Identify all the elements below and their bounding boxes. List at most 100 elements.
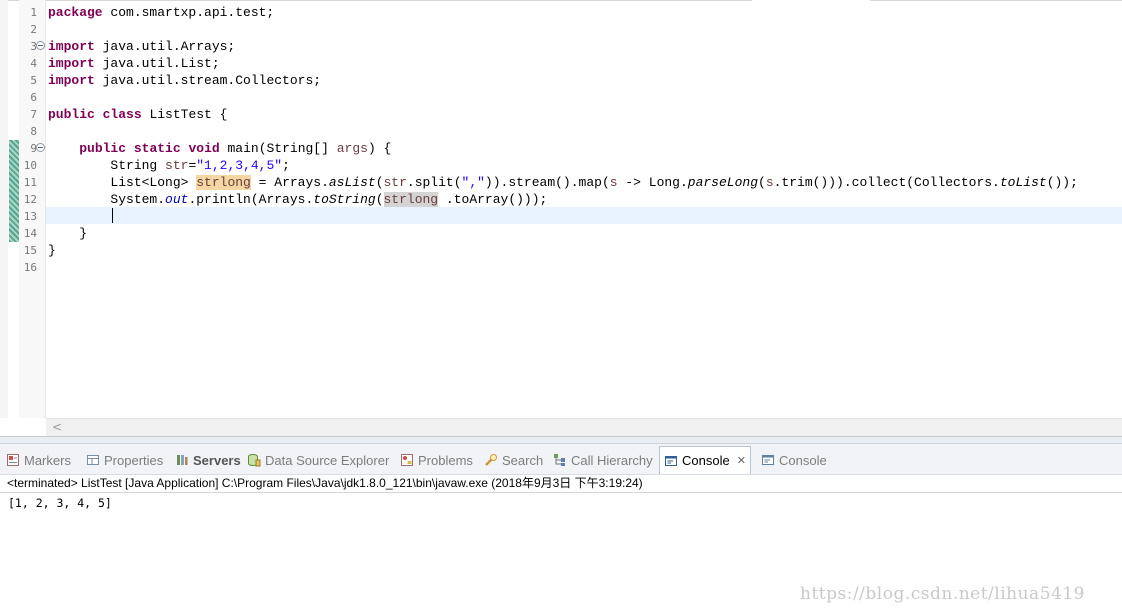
- problems-icon: [400, 453, 414, 467]
- search-icon: [484, 453, 498, 467]
- tab-properties[interactable]: Properties: [86, 448, 163, 472]
- string-literal: ",": [461, 175, 485, 190]
- code-line-10[interactable]: String str="1,2,3,4,5";: [48, 157, 290, 174]
- tab-call-hierarchy[interactable]: Call Hierarchy: [553, 448, 653, 472]
- current-line-highlight: [46, 207, 1122, 224]
- code-text: }: [48, 243, 56, 258]
- tab-label: Search: [502, 452, 544, 468]
- tab-markers[interactable]: Markers: [6, 448, 71, 472]
- console-icon: [761, 453, 775, 467]
- code-text: main(String[]: [219, 141, 337, 156]
- bottom-views-panel: Markers Properties Servers Data Source E…: [0, 443, 1122, 616]
- line-number: 5: [30, 74, 37, 87]
- code-text: System.: [110, 192, 166, 207]
- code-text: .toArray()));: [438, 192, 548, 207]
- console-status: <terminated> ListTest [Java Application]…: [7, 476, 643, 490]
- tab-search[interactable]: Search: [484, 448, 543, 472]
- console-divider: [0, 492, 1122, 493]
- properties-icon: [86, 453, 100, 467]
- tab-servers[interactable]: Servers: [175, 448, 241, 472]
- code-text: String: [110, 158, 166, 173]
- tab-label: Console: [682, 453, 730, 468]
- code-line-9[interactable]: public static void main(String[] args) {: [48, 140, 391, 157]
- local-variable: s: [609, 175, 618, 190]
- code-line-3[interactable]: import java.util.Arrays;: [48, 38, 235, 55]
- tab-console[interactable]: Console: [761, 448, 827, 472]
- tab-label: Markers: [24, 452, 71, 468]
- tab-problems[interactable]: Problems: [400, 448, 473, 472]
- line-number: 16: [23, 261, 37, 274]
- line-number: 9: [30, 142, 37, 155]
- keyword: public: [79, 141, 127, 156]
- call-hierarchy-icon: [553, 453, 567, 467]
- line-number: 2: [30, 23, 37, 36]
- tab-data-source-explorer[interactable]: Data Source Explorer: [247, 448, 389, 472]
- changed-lines-marker: [9, 140, 19, 242]
- code-line-11[interactable]: List<Long> strlong = Arrays.asList(str.s…: [48, 174, 1078, 191]
- keyword: import: [48, 56, 95, 71]
- occurrence-highlight-read: strlong: [383, 192, 439, 207]
- line-number: 4: [30, 57, 37, 70]
- tab-label: Console: [779, 452, 827, 468]
- keyword: class: [102, 107, 142, 122]
- code-line-7[interactable]: public class ListTest {: [48, 106, 227, 123]
- code-text: )).stream().map(: [484, 175, 610, 190]
- code-line-4[interactable]: import java.util.List;: [48, 55, 220, 72]
- local-variable: args: [336, 141, 368, 156]
- servers-icon: [175, 453, 189, 467]
- line-number: 8: [30, 125, 37, 138]
- console-output[interactable]: [1, 2, 3, 4, 5]: [8, 495, 112, 512]
- tab-label: Data Source Explorer: [265, 452, 390, 468]
- line-number: 14: [23, 227, 37, 240]
- data-source-explorer-icon: [247, 453, 261, 467]
- keyword: void: [188, 141, 220, 156]
- code-text: (: [375, 175, 384, 190]
- code-line-14[interactable]: }: [48, 225, 87, 242]
- line-number: 11: [23, 176, 37, 189]
- watermark-url: https://blog.csdn.net/lihua5419: [800, 584, 1085, 604]
- tab-console-active[interactable]: Console ✕: [659, 446, 751, 474]
- keyword: import: [48, 73, 95, 88]
- string-literal: "1,2,3,4,5": [196, 158, 283, 173]
- keyword: package: [48, 5, 103, 20]
- local-variable: str: [165, 158, 189, 173]
- scroll-left-icon[interactable]: <: [52, 420, 62, 434]
- code-editor[interactable]: 1 2 3 4 5 6 7 8 9 10 11 12 13 14 15 16 p…: [0, 0, 1122, 437]
- static-method: asList: [328, 175, 376, 190]
- line-number: 10: [23, 159, 37, 172]
- fold-collapse-icon[interactable]: [36, 41, 45, 50]
- close-icon[interactable]: ✕: [737, 454, 746, 467]
- static-method: parseLong: [687, 175, 758, 190]
- static-field: out: [165, 192, 189, 207]
- text-cursor: [112, 208, 113, 223]
- keyword: import: [48, 39, 95, 54]
- keyword: static: [133, 141, 181, 156]
- fold-collapse-icon[interactable]: [36, 143, 45, 152]
- line-number: 13: [23, 210, 37, 223]
- code-text: ;: [282, 158, 290, 173]
- code-text: com.smartxp.api.test;: [102, 5, 275, 20]
- line-number: 1: [30, 6, 37, 19]
- static-method: toList: [999, 175, 1047, 190]
- code-text: .trim())).collect(Collectors.: [773, 175, 1000, 190]
- overview-ruler-left: [0, 0, 8, 418]
- code-line-1[interactable]: package com.smartxp.api.test;: [48, 4, 274, 21]
- view-tab-bar: Markers Properties Servers Data Source E…: [0, 444, 1122, 475]
- code-line-15[interactable]: }: [48, 242, 56, 259]
- line-number: 6: [30, 91, 37, 104]
- code-text: -> Long.: [617, 175, 688, 190]
- code-line-12[interactable]: System.out.println(Arrays.toString(strlo…: [48, 191, 547, 208]
- local-variable: str: [383, 175, 407, 190]
- tab-label: Problems: [418, 452, 473, 468]
- code-text: java.util.stream.Collectors;: [94, 73, 322, 88]
- code-line-5[interactable]: import java.util.stream.Collectors;: [48, 72, 321, 89]
- code-text: ListTest {: [141, 107, 228, 122]
- horizontal-scrollbar[interactable]: <: [46, 418, 1122, 437]
- code-text: java.util.Arrays;: [94, 39, 236, 54]
- keyword: public: [48, 107, 95, 122]
- static-method: toString: [313, 192, 376, 207]
